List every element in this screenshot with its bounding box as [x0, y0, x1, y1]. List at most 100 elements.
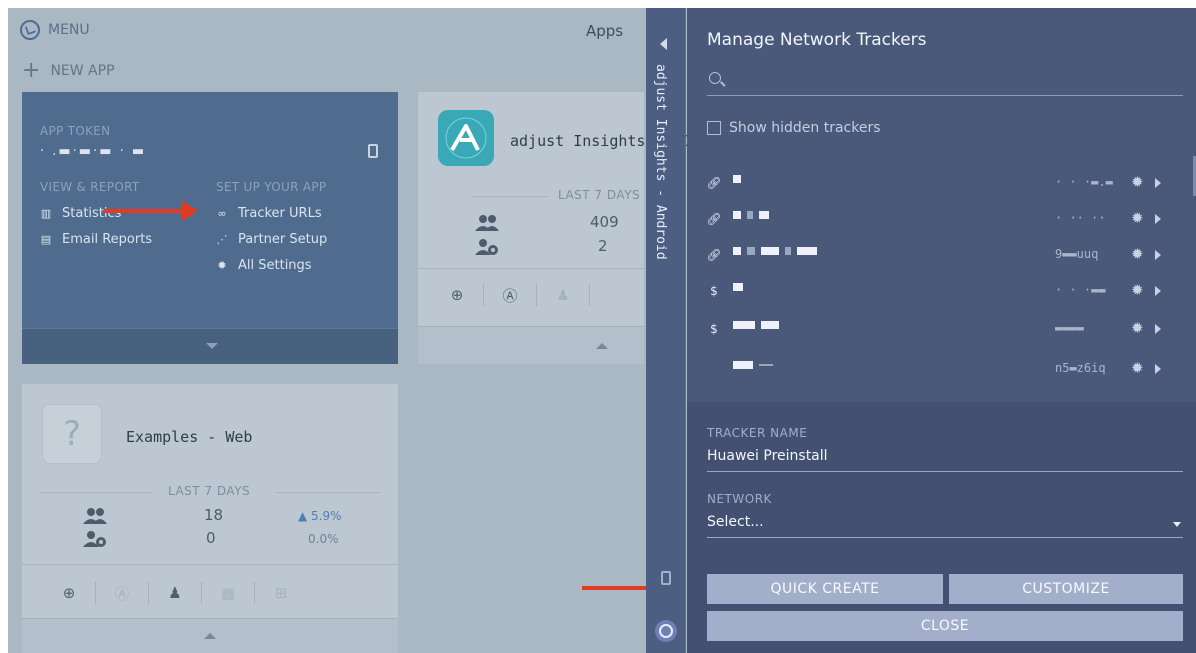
tracker-token: · · ·▬.▬ [1055, 175, 1113, 189]
link-icon: ∞ [217, 207, 227, 220]
close-button[interactable]: CLOSE [707, 611, 1183, 641]
tracker-name-redacted [733, 211, 769, 219]
users-icon [83, 508, 107, 524]
chevron-down-icon [1173, 522, 1181, 527]
android-icon[interactable]: ♟ [552, 284, 574, 306]
tracker-token: 9▬▬uuq [1055, 247, 1099, 261]
copy-icon[interactable] [661, 571, 671, 585]
checkbox[interactable] [707, 121, 721, 135]
panel-title: Manage Network Trackers [707, 30, 927, 50]
gear-icon[interactable]: ✹ [1131, 360, 1147, 376]
windows-store-icon[interactable]: ▦ [217, 582, 239, 604]
link-icon: 🔗︎ [706, 176, 722, 190]
expand-row-icon[interactable] [1155, 364, 1161, 374]
gear-icon[interactable]: ✹ [1131, 246, 1147, 262]
adjust-logo-icon[interactable] [655, 620, 677, 642]
tracker-name-redacted [733, 321, 779, 329]
tracker-name-redacted [733, 175, 741, 183]
period-label: LAST 7 DAYS [558, 188, 641, 202]
app-card-web[interactable]: ? Examples - Web LAST 7 DAYS 18 ▲ 5.9% 0… [22, 384, 398, 618]
show-hidden-trackers-toggle[interactable]: Show hidden trackers [707, 120, 881, 136]
manage-network-trackers-panel: Manage Network Trackers Show hidden trac… [687, 8, 1196, 653]
web-card-toggle[interactable] [22, 618, 398, 653]
all-settings-label: All Settings [238, 258, 312, 273]
tracker-row[interactable]: $ ▬▬▬▬ ✹ [707, 314, 1169, 344]
screen: MENU + NEW APP Apps APP TOKEN · .▬·▬·▬ ·… [8, 8, 1196, 653]
collapse-panel-icon[interactable] [660, 38, 667, 50]
tracker-name-label: TRACKER NAME [707, 426, 808, 440]
tracker-name-redacted [733, 247, 817, 255]
network-select[interactable]: Select... [707, 510, 1183, 538]
tracker-row[interactable]: 🔗︎ 9▬▬uuq ✹ [706, 240, 1169, 270]
network-select-value: Select... [707, 514, 764, 530]
gear-icon[interactable]: ✹ [1131, 174, 1147, 190]
annotation-arrow-tracker-urls [104, 201, 198, 221]
caret-up-icon [204, 633, 216, 639]
revenue-users-value: 2 [598, 237, 608, 255]
search-input[interactable] [727, 70, 1167, 92]
tracker-row[interactable]: 🔗︎ · · ·▬.▬ ✹ [706, 168, 1169, 198]
copy-icon[interactable] [368, 144, 378, 158]
tracker-name-input[interactable]: Huawei Preinstall [707, 444, 1183, 472]
search-icon [709, 72, 721, 84]
app-icon-adjust-insights [438, 110, 494, 166]
web-icon[interactable]: ⊕ [446, 284, 468, 306]
expand-row-icon[interactable] [1155, 178, 1161, 188]
windows-icon[interactable]: ⊞ [270, 582, 292, 604]
app-title-vertical: adjust Insights - Android [653, 64, 668, 260]
caret-up-icon [596, 343, 608, 349]
expand-row-icon[interactable] [1155, 286, 1161, 296]
all-settings-link[interactable]: ✹ All Settings [216, 258, 312, 273]
ios-card-toggle[interactable] [418, 326, 644, 364]
bar-chart-icon: ▥ [40, 207, 52, 220]
caret-down-icon [206, 343, 218, 349]
tracker-urls-link[interactable]: ∞ Tracker URLs [216, 206, 322, 221]
expand-row-icon[interactable] [1155, 250, 1161, 260]
app-token-value: · .▬·▬·▬ · ▬ [40, 144, 147, 159]
users-icon [475, 215, 499, 231]
tracker-row[interactable]: n5▬z6iq ✹ [707, 354, 1169, 384]
revenue-icon: $ [710, 284, 718, 298]
new-app-button[interactable]: + NEW APP [22, 60, 115, 82]
adjust-logo-icon [20, 20, 40, 40]
gear-icon[interactable]: ✹ [1131, 210, 1147, 226]
partner-setup-link[interactable]: ⋰ Partner Setup [216, 232, 328, 247]
tracker-row[interactable]: $ · · ·▬▬ ✹ [707, 276, 1169, 306]
app-side-strip: adjust Insights - Android [646, 8, 686, 653]
menu-button[interactable]: MENU [20, 20, 90, 40]
partner-setup-label: Partner Setup [238, 232, 328, 247]
gear-icon[interactable]: ✹ [1131, 320, 1147, 336]
search-field[interactable] [707, 66, 1183, 96]
paying-users-icon [475, 239, 498, 255]
revenue-users-value: 0 [206, 529, 216, 547]
menu-label: MENU [48, 22, 90, 38]
view-report-label: VIEW & REPORT [40, 180, 140, 194]
email-reports-link[interactable]: ▤ Email Reports [40, 232, 152, 247]
collapse-toggle[interactable] [22, 328, 398, 364]
app-name: Examples - Web [126, 428, 253, 446]
gear-icon[interactable]: ✹ [1131, 282, 1147, 298]
android-icon[interactable]: ♟ [164, 582, 186, 604]
calendar-icon: ▤ [40, 233, 52, 246]
placeholder-app-icon: ? [42, 404, 102, 464]
tracker-token: ▬▬▬▬ [1055, 321, 1084, 335]
period-label: LAST 7 DAYS [168, 484, 251, 498]
expand-row-icon[interactable] [1155, 214, 1161, 224]
tracker-token: · ·· ·· . · [1055, 211, 1113, 225]
show-hidden-label: Show hidden trackers [729, 120, 881, 136]
expand-row-icon[interactable] [1155, 324, 1161, 334]
installs-value: 409 [590, 213, 619, 231]
web-icon[interactable]: ⊕ [58, 582, 80, 604]
customize-button[interactable]: CUSTOMIZE [949, 574, 1183, 604]
email-reports-label: Email Reports [62, 232, 153, 247]
tracker-token: · · ·▬▬ [1055, 283, 1106, 297]
app-card-ios[interactable]: adjust Insights - iO LAST 7 DAYS 409 2 ⊕… [418, 92, 691, 326]
quick-create-button[interactable]: QUICK CREATE [707, 574, 943, 604]
paying-users-icon [83, 531, 106, 547]
tracker-urls-label: Tracker URLs [238, 206, 322, 221]
app-store-icon[interactable]: Ⓐ [499, 284, 521, 306]
tracker-row[interactable]: 🔗︎ · ·· ·· . · ✹ [706, 204, 1169, 234]
app-store-icon[interactable]: Ⓐ [111, 582, 133, 604]
tracker-token: n5▬z6iq [1055, 361, 1106, 375]
installs-change: ▲ 5.9% [298, 509, 342, 523]
